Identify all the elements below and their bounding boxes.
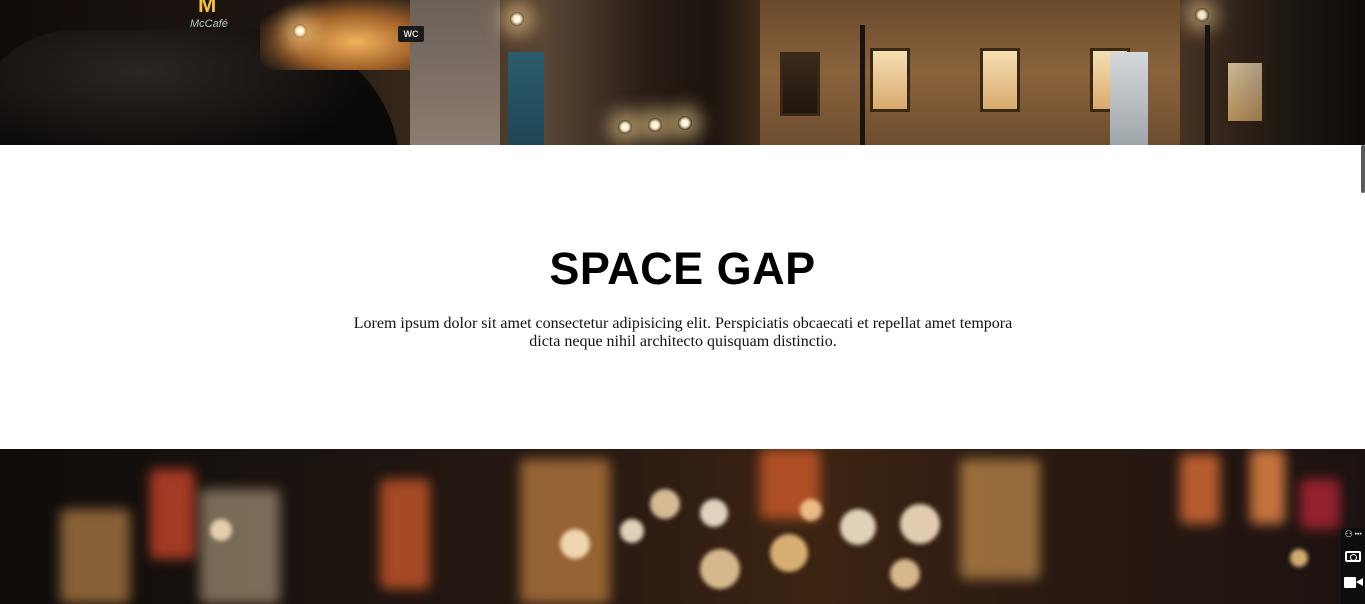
light-glow [150, 469, 195, 559]
building-window [870, 48, 910, 112]
light-glow [380, 479, 430, 589]
light-glow [1180, 454, 1220, 524]
space-gap-section: SPACE GAP Lorem ipsum dolor sit amet con… [0, 145, 1365, 449]
street-sign [1110, 52, 1148, 145]
video-camera-icon[interactable] [1344, 577, 1363, 588]
bokeh-light [620, 519, 644, 543]
light-glow [960, 459, 1040, 579]
storefront-glow [260, 0, 420, 70]
page: M McCafé WC SPACE GAP Lorem ipsum dolor … [0, 0, 1365, 604]
street-lamp [618, 120, 632, 134]
bokeh-light [840, 509, 876, 545]
street-lamp [293, 24, 307, 38]
light-glow [60, 509, 130, 604]
camera-icon[interactable] [1345, 551, 1361, 562]
bokeh-light [770, 534, 808, 572]
storefront-sign: McCafé [190, 18, 228, 30]
image-shadow [1185, 0, 1365, 145]
section-description: Lorem ipsum dolor sit amet consectetur a… [353, 315, 1013, 350]
light-glow [1300, 479, 1340, 529]
street-lamp [648, 118, 662, 132]
hero-top-image: M McCafé WC [0, 0, 1365, 145]
bokeh-light [700, 549, 740, 589]
street-lamp [510, 12, 524, 26]
bokeh-light [210, 519, 232, 541]
bokeh-light [700, 499, 728, 527]
bokeh-light [560, 529, 590, 559]
bokeh-light [900, 504, 940, 544]
utility-pole [860, 25, 865, 145]
building-wall [410, 0, 500, 145]
bokeh-light [800, 499, 822, 521]
building-window [780, 52, 820, 116]
street-sign [508, 52, 544, 145]
hero-bottom-image [0, 449, 1365, 604]
storefront-logo: M [198, 0, 217, 17]
light-glow [200, 489, 280, 604]
building-window [980, 48, 1020, 112]
wc-sign: WC [398, 26, 424, 42]
light-glow [1250, 449, 1285, 524]
widget-menu[interactable]: ⚇ ··· [1341, 530, 1365, 540]
street-lamp [678, 116, 692, 130]
bokeh-light [890, 559, 920, 589]
bokeh-light [1290, 549, 1308, 567]
bokeh-light [650, 489, 680, 519]
capture-widget: ⚇ ··· [1341, 528, 1365, 604]
section-title: SPACE GAP [549, 243, 816, 294]
scrollbar-thumb[interactable] [1361, 145, 1365, 193]
